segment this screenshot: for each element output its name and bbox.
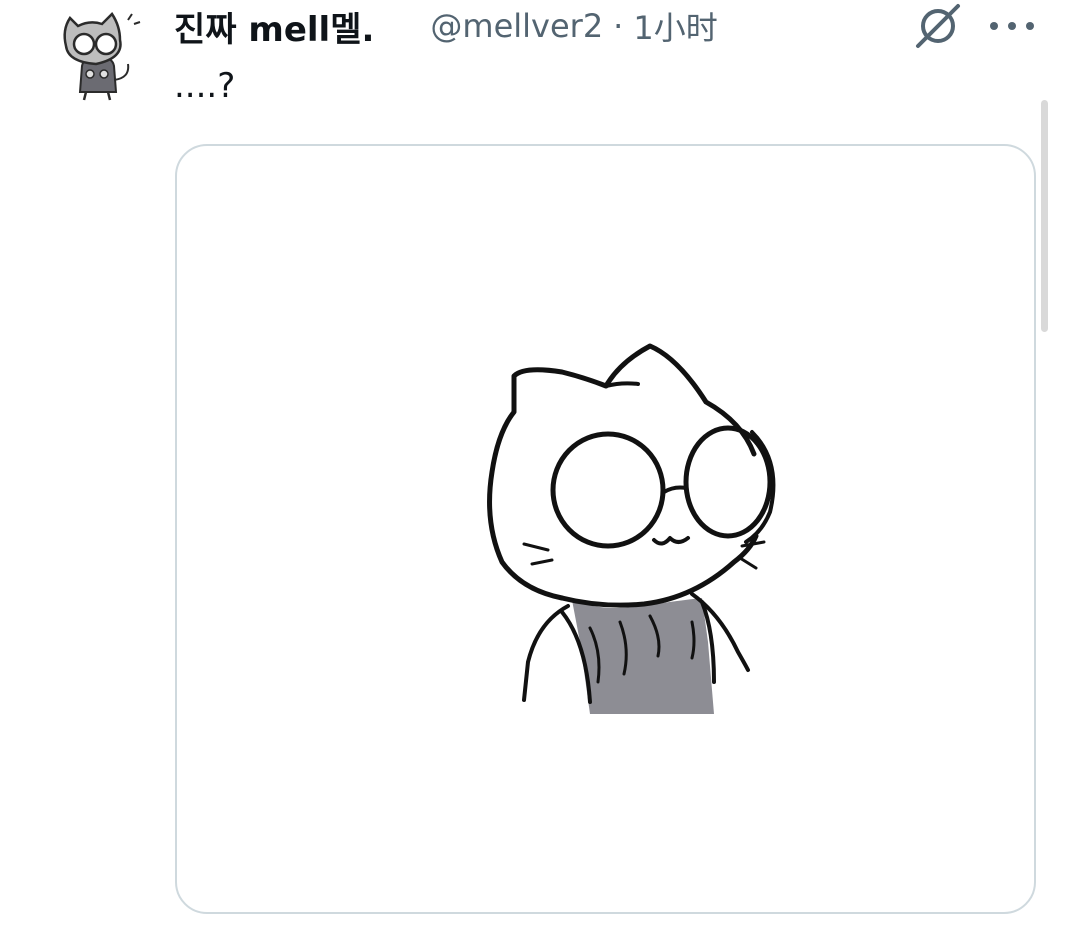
more-icon[interactable] xyxy=(990,12,1034,40)
more-dot xyxy=(1008,22,1016,30)
avatar-cat-drawing xyxy=(63,12,141,101)
separator-dot: · xyxy=(613,7,624,45)
avatar[interactable] xyxy=(44,0,152,108)
more-dot xyxy=(990,22,998,30)
cat-with-glasses-drawing xyxy=(487,343,776,714)
more-dot xyxy=(1026,22,1034,30)
post-text: ....? xyxy=(174,66,236,106)
display-name[interactable]: 진짜 mell멜. xyxy=(174,2,374,51)
handle[interactable]: @mellver2 xyxy=(430,7,603,45)
post-header: 진짜 mell멜. @mellver2 · 1小时 xyxy=(174,2,718,51)
grok-icon[interactable] xyxy=(912,2,964,50)
post-image[interactable] xyxy=(175,144,1036,914)
post[interactable]: 진짜 mell멜. @mellver2 · 1小时 ....? xyxy=(0,0,1080,925)
timestamp[interactable]: 1小时 xyxy=(633,3,717,49)
scrollbar[interactable] xyxy=(1041,100,1048,332)
